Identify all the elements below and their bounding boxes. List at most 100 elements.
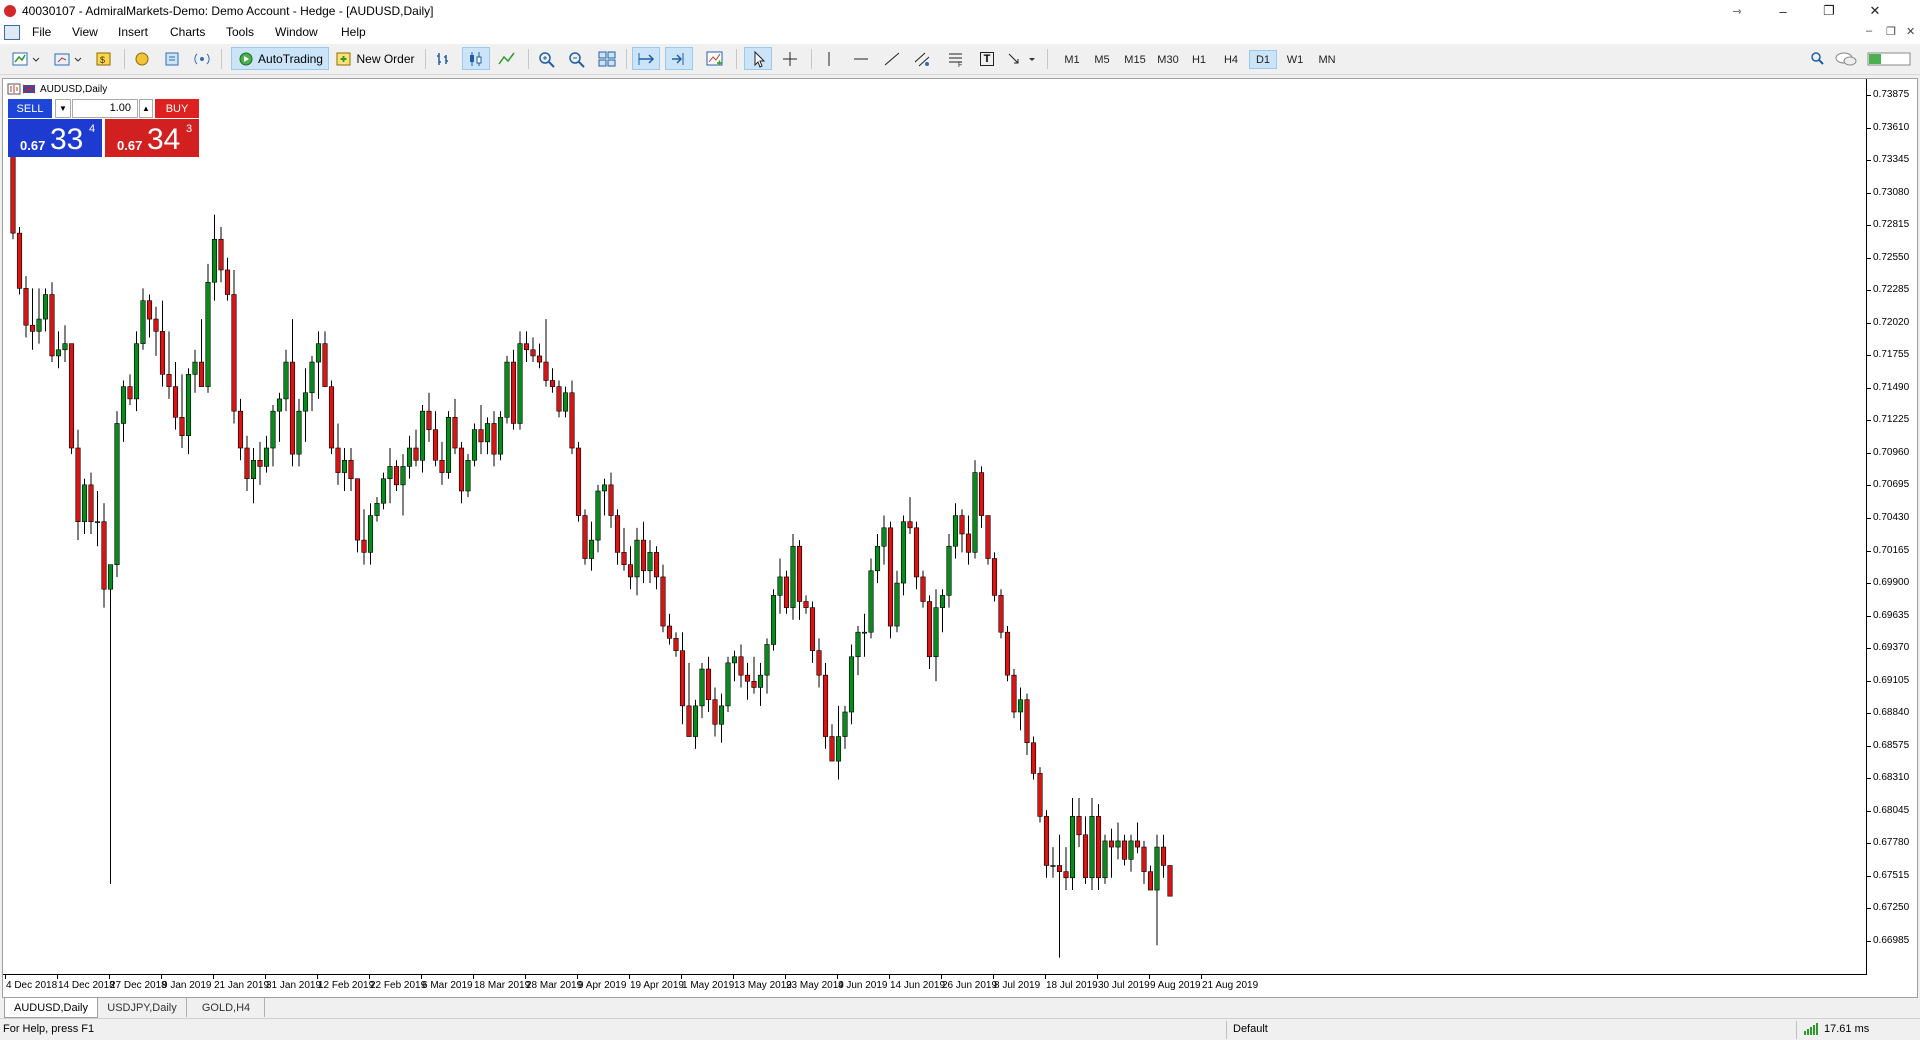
tab-gold-h4[interactable]: GOLD,H4	[188, 998, 265, 1017]
candle	[328, 380, 335, 455]
tab-audusd-daily[interactable]: AUDUSD,Daily	[4, 998, 98, 1018]
maximize-button[interactable]: ❐	[1806, 0, 1852, 22]
chat-icon[interactable]	[1832, 47, 1860, 70]
date-label: 9 Aug 2019	[1150, 980, 1201, 991]
timeframe-w1[interactable]: W1	[1281, 50, 1309, 69]
candle	[367, 503, 374, 565]
price-label: 0.68575	[1873, 739, 1910, 751]
text-tool-icon[interactable]: T	[974, 47, 1000, 70]
candle	[920, 570, 926, 608]
candle-body-bear	[783, 576, 790, 608]
candle-body-bear	[523, 343, 530, 351]
candle-body-bear	[348, 459, 354, 480]
candle-body-bear	[575, 447, 582, 516]
horizontal-line-icon[interactable]	[848, 47, 874, 70]
candle-body-bear	[1004, 631, 1011, 676]
candle-body-bear	[478, 429, 484, 443]
signals-icon[interactable]	[190, 47, 214, 70]
lot-size-input[interactable]: 1.00	[72, 99, 138, 118]
timeframe-d1[interactable]: D1	[1249, 50, 1277, 69]
price-tick	[1867, 518, 1871, 519]
timeframe-mn[interactable]: MN	[1313, 50, 1341, 69]
candle	[36, 288, 42, 344]
autotrading-button[interactable]: AutoTrading	[231, 47, 329, 70]
lot-dropdown-icon[interactable]: ▼	[55, 99, 71, 118]
cursor-icon[interactable]	[744, 47, 772, 70]
candle-body-bull	[692, 705, 699, 737]
chart-window-icon[interactable]	[4, 25, 20, 40]
date-tick	[837, 975, 838, 979]
date-scale[interactable]: 4 Dec 2018 14 Dec 2018 27 Dec 2018 9 Jan 20…	[3, 975, 1867, 997]
close-button[interactable]: ✕	[1852, 0, 1898, 22]
menu-view[interactable]: View	[72, 25, 98, 39]
price-scale[interactable]: 0.73875 0.73610 0.73345 0.73080 0.72815 0.725…	[1867, 79, 1917, 997]
search-icon[interactable]	[1806, 47, 1828, 70]
timeframe-m1[interactable]: M1	[1058, 50, 1086, 69]
candle	[894, 570, 900, 633]
sell-price-button[interactable]: 0.67 33 4	[8, 119, 102, 157]
candle-body-bear	[1160, 846, 1167, 866]
trendline-icon[interactable]	[879, 47, 905, 70]
candle-body-bull	[341, 459, 348, 473]
timeframe-h4[interactable]: H4	[1217, 50, 1245, 69]
price-tick	[1867, 583, 1871, 585]
mdi-close-button[interactable]: ✕	[1906, 25, 1915, 38]
candle-body-bull	[952, 515, 959, 547]
menu-window[interactable]: Window	[275, 25, 318, 39]
candle	[75, 429, 81, 541]
zoom-out-icon[interactable]	[564, 47, 590, 70]
date-tick	[681, 975, 682, 979]
candle	[1069, 797, 1076, 891]
menu-tools[interactable]: Tools	[226, 25, 254, 39]
candle-body-bear	[809, 607, 816, 651]
candle-body-bear	[231, 294, 237, 412]
menu-charts[interactable]: Charts	[170, 25, 205, 39]
navigator-icon[interactable]	[130, 47, 154, 70]
timeframe-m30[interactable]: M30	[1152, 50, 1184, 69]
candle	[666, 613, 673, 645]
date-tick	[941, 975, 942, 979]
new-order-button[interactable]: New Order	[333, 47, 417, 70]
minimize-button[interactable]: –	[1760, 0, 1806, 22]
menu-insert[interactable]: Insert	[118, 25, 148, 39]
price-label: 0.67515	[1873, 869, 1910, 881]
new-chart-icon[interactable]	[8, 47, 44, 70]
zoom-in-icon[interactable]	[534, 47, 560, 70]
terminal-icon[interactable]	[160, 47, 184, 70]
date-label: 18 Jul 2019	[1046, 980, 1098, 991]
indicators-icon[interactable]	[702, 47, 728, 70]
auto-scroll-icon[interactable]	[632, 47, 660, 70]
line-chart-icon[interactable]	[494, 47, 520, 70]
mdi-minimize-button[interactable]: –	[1866, 25, 1872, 37]
candlestick-chart-icon[interactable]	[462, 47, 490, 70]
timeframe-h1[interactable]: H1	[1185, 50, 1213, 69]
timeframe-m5[interactable]: M5	[1088, 50, 1116, 69]
sell-price-fraction: 4	[89, 123, 96, 135]
chart-shift-icon[interactable]	[665, 47, 693, 70]
bar-chart-icon[interactable]	[431, 47, 457, 70]
candle	[406, 435, 413, 479]
candle	[731, 650, 738, 682]
candle	[1167, 865, 1173, 897]
menu-help[interactable]: Help	[341, 25, 366, 39]
timeframe-m15[interactable]: M15	[1119, 50, 1151, 69]
market-watch-icon[interactable]: $	[92, 47, 116, 70]
vertical-line-icon[interactable]	[816, 47, 842, 70]
arrows-menu-icon[interactable]	[1004, 47, 1040, 70]
menu-file[interactable]: File	[32, 25, 51, 39]
lot-increase-icon[interactable]: ▲	[139, 99, 153, 118]
crosshair-icon[interactable]	[777, 47, 803, 70]
equidistant-channel-icon[interactable]	[910, 47, 936, 70]
candle	[530, 337, 536, 363]
tile-windows-icon[interactable]	[594, 47, 620, 70]
profiles-icon[interactable]	[50, 47, 86, 70]
fibonacci-icon[interactable]: F	[943, 47, 969, 70]
price-tick	[1867, 941, 1871, 942]
tab-usdjpy-daily[interactable]: USDJPY,Daily	[98, 998, 187, 1017]
ribbon-toggle-icon[interactable]: ⇾	[1714, 0, 1760, 22]
mdi-restore-button[interactable]: ❐	[1886, 25, 1896, 38]
sell-button[interactable]: SELL	[8, 99, 52, 118]
buy-button[interactable]: BUY	[155, 99, 199, 118]
chart-area[interactable]: AUDUSD,Daily SELL ▼ 1.00 ▲ BUY 0.67 33 4…	[3, 79, 1867, 975]
buy-price-button[interactable]: 0.67 34 3	[105, 119, 199, 157]
